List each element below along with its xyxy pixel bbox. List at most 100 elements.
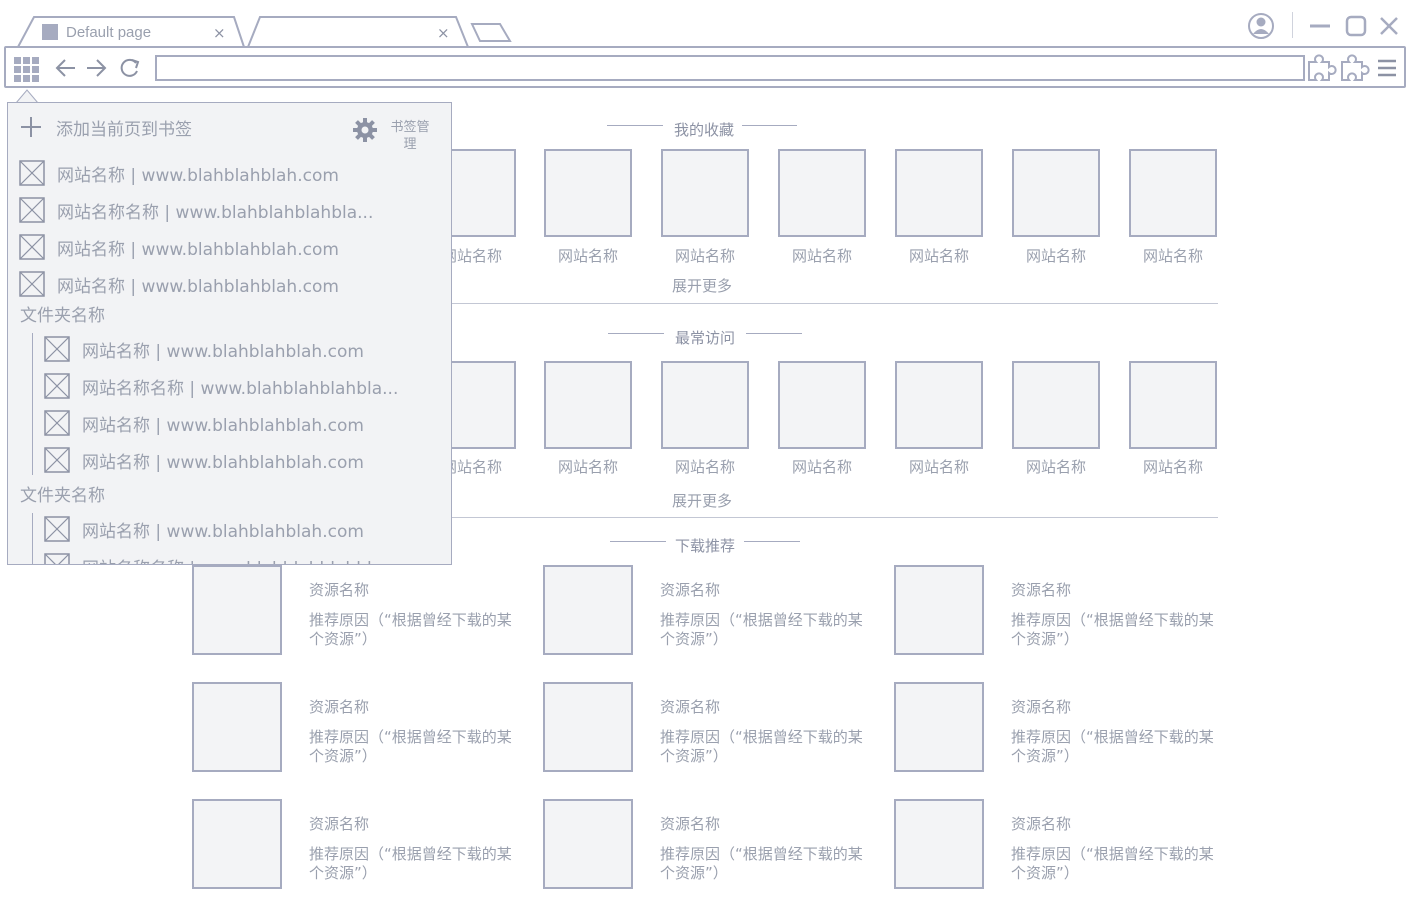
manage-bookmarks-button[interactable]: 书签管 理	[352, 117, 442, 157]
resource-thumbnail	[543, 682, 633, 772]
site-tile[interactable]	[544, 361, 632, 449]
section-rule-left	[607, 125, 663, 126]
tab-close-button[interactable]: ×	[213, 26, 226, 41]
section-rule-right	[744, 541, 800, 542]
resource-name: 资源名称	[660, 815, 721, 833]
frequent-title: 最常访问	[674, 329, 735, 347]
tab-inactive-shape	[247, 16, 469, 48]
site-tile-label: 网站名称	[557, 458, 618, 476]
window-separator	[1292, 12, 1293, 38]
bookmark-item[interactable]: 网站名称 | www.blahblahblah.com	[44, 515, 364, 543]
site-tile[interactable]	[1012, 149, 1100, 237]
site-tile[interactable]	[778, 361, 866, 449]
site-tile-label: 网站名称	[1025, 458, 1086, 476]
bookmark-item[interactable]: 网站名称名称 | www.blahblahblahbla...	[44, 372, 398, 400]
manage-bookmarks-label: 书签管 理	[390, 120, 430, 152]
account-icon[interactable]	[1246, 11, 1276, 41]
resource-reason: 推荐原因（“根据曾经下载的某个资源”）	[1011, 728, 1214, 765]
resource-reason: 推荐原因（“根据曾经下载的某个资源”）	[660, 728, 863, 765]
bookmark-item[interactable]: 网站名称 | www.blahblahblah.com	[19, 233, 339, 261]
add-bookmark-label: 添加当前页到书签	[56, 119, 192, 140]
apps-grid-icon[interactable]	[12, 55, 42, 85]
resource-reason: 推荐原因（“根据曾经下载的某个资源”）	[309, 845, 512, 882]
bookmark-item-label: 网站名称 | www.blahblahblah.com	[82, 452, 364, 473]
site-tile[interactable]	[895, 361, 983, 449]
resource-reason: 推荐原因（“根据曾经下载的某个资源”）	[660, 611, 863, 648]
section-rule-right	[742, 125, 797, 126]
site-tile[interactable]	[1012, 361, 1100, 449]
gear-icon	[353, 118, 377, 142]
broken-image-icon	[44, 553, 70, 564]
broken-image-icon	[19, 160, 45, 186]
minimize-icon[interactable]	[1308, 16, 1332, 36]
resource-reason: 推荐原因（“根据曾经下载的某个资源”）	[309, 728, 512, 765]
site-tile[interactable]	[544, 149, 632, 237]
site-tile[interactable]	[661, 361, 749, 449]
bookmark-item[interactable]: 网站名称 | www.blahblahblah.com	[44, 335, 364, 363]
reload-icon[interactable]	[118, 57, 142, 79]
resource-name: 资源名称	[660, 698, 721, 716]
resource-name: 资源名称	[309, 698, 370, 716]
site-tile[interactable]	[778, 149, 866, 237]
site-tile[interactable]	[895, 149, 983, 237]
site-tile-label: 网站名称	[1142, 458, 1203, 476]
resource-thumbnail	[192, 565, 282, 655]
bookmark-item[interactable]: 网站名称名称 | www.blahblahblahbla...	[44, 552, 398, 564]
broken-image-icon	[19, 197, 45, 223]
bookmark-item-label: 网站名称名称 | www.blahblahblahbla...	[82, 378, 399, 399]
resource-name: 资源名称	[660, 581, 721, 599]
bookmark-item[interactable]: 网站名称 | www.blahblahblah.com	[19, 159, 339, 187]
address-bar[interactable]	[155, 55, 1305, 81]
close-window-icon[interactable]	[1378, 15, 1400, 37]
resource-name: 资源名称	[1011, 581, 1072, 599]
resource-name: 资源名称	[309, 815, 370, 833]
hamburger-menu-icon[interactable]	[1376, 56, 1398, 80]
section-rule-right	[746, 333, 802, 334]
bookmark-folder[interactable]: 文件夹名称	[20, 301, 105, 326]
bookmark-item[interactable]: 网站名称 | www.blahblahblah.com	[44, 409, 364, 437]
bookmark-item-label: 网站名称 | www.blahblahblah.com	[57, 276, 339, 297]
tab-title: Default page	[66, 24, 152, 41]
resource-thumbnail	[894, 565, 984, 655]
site-tile[interactable]	[1129, 361, 1217, 449]
bookmark-folder[interactable]: 文件夹名称	[20, 481, 105, 506]
site-tile[interactable]	[661, 149, 749, 237]
bookmark-item[interactable]: 网站名称 | www.blahblahblah.com	[19, 270, 339, 298]
plus-icon	[21, 117, 41, 137]
tab-favicon	[42, 24, 58, 40]
resource-reason: 推荐原因（“根据曾经下载的某个资源”）	[1011, 611, 1214, 648]
back-arrow-icon[interactable]	[54, 57, 78, 79]
tab-close-button[interactable]: ×	[437, 26, 450, 41]
forward-arrow-icon[interactable]	[84, 57, 108, 79]
resource-thumbnail	[894, 799, 984, 889]
new-tab-button[interactable]	[470, 23, 512, 42]
section-rule-left	[608, 333, 664, 334]
site-tile-label: 网站名称	[674, 247, 735, 265]
resource-reason: 推荐原因（“根据曾经下载的某个资源”）	[309, 611, 512, 648]
frequent-more-link[interactable]: 展开更多	[672, 490, 732, 511]
site-tile-label: 网站名称	[791, 247, 852, 265]
site-tile-label: 网站名称	[1025, 247, 1086, 265]
site-tile-label: 网站名称	[674, 458, 735, 476]
site-tile-label: 网站名称	[908, 458, 969, 476]
site-tile-label: 网站名称	[557, 247, 618, 265]
resource-name: 资源名称	[1011, 815, 1072, 833]
bookmark-popup: 添加当前页到书签 书签管 理 网站名称 | www.blahblahblah.c…	[7, 102, 452, 565]
resource-name: 资源名称	[1011, 698, 1072, 716]
site-tile[interactable]	[1129, 149, 1217, 237]
bookmark-item[interactable]: 网站名称名称 | www.blahblahblahbla...	[19, 196, 373, 224]
puzzle-icon[interactable]	[1306, 52, 1372, 84]
broken-image-icon	[44, 410, 70, 436]
site-tile-label: 网站名称	[908, 247, 969, 265]
bookmark-item[interactable]: 网站名称 | www.blahblahblah.com	[44, 446, 364, 474]
broken-image-icon	[44, 373, 70, 399]
favorites-title: 我的收藏	[673, 121, 734, 139]
add-bookmark-row[interactable]: 添加当前页到书签	[20, 113, 192, 141]
resource-thumbnail	[192, 682, 282, 772]
favorites-more-link[interactable]: 展开更多	[672, 275, 732, 296]
maximize-icon[interactable]	[1344, 14, 1368, 38]
resource-thumbnail	[894, 682, 984, 772]
resource-name: 资源名称	[309, 581, 370, 599]
broken-image-icon	[44, 447, 70, 473]
resource-reason: 推荐原因（“根据曾经下载的某个资源”）	[1011, 845, 1214, 882]
